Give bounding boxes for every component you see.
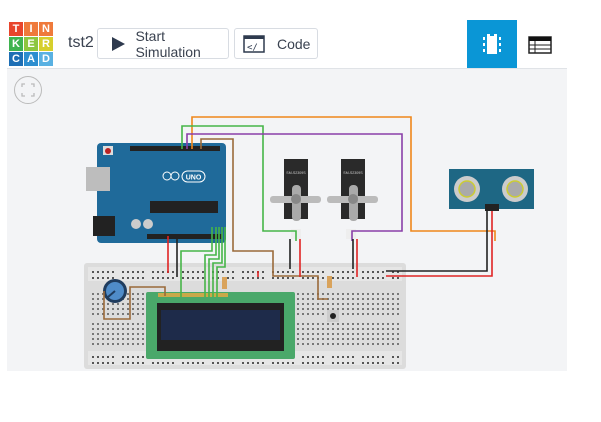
potentiometer[interactable] — [103, 279, 127, 303]
ultrasonic-sensor[interactable] — [449, 169, 534, 211]
fit-view-button[interactable] — [14, 76, 42, 104]
board-badge: UNO — [186, 175, 202, 182]
logo-letter: N — [39, 22, 53, 36]
start-simulation-button[interactable]: Start Simulation — [97, 27, 229, 60]
servo-label: SM-S2309S — [286, 171, 306, 175]
tinkercad-logo[interactable]: TIN KER CAD — [9, 22, 53, 66]
lcd-display[interactable] — [146, 292, 295, 359]
logo-letter: K — [9, 37, 23, 51]
fit-to-view-icon — [21, 83, 35, 97]
component-list-view-button[interactable] — [525, 30, 555, 60]
logo-letter: R — [39, 37, 53, 51]
pushbutton[interactable] — [327, 310, 339, 322]
resistor[interactable] — [327, 276, 332, 288]
circuit-canvas[interactable]: UNO SM-S2309S SM-S2309S — [7, 68, 567, 371]
logo-letter: C — [9, 52, 23, 66]
servo[interactable]: SM-S2309S — [327, 159, 378, 239]
chip-icon — [483, 34, 501, 54]
servo[interactable]: SM-S2309S — [270, 159, 321, 239]
logo-letter: D — [39, 52, 53, 66]
project-title[interactable]: tst2 — [68, 34, 94, 52]
play-icon — [112, 36, 125, 51]
svg-text:</: </ — [247, 43, 258, 53]
circuit-drawing[interactable]: UNO SM-S2309S SM-S2309S — [7, 69, 567, 371]
logo-letter: E — [24, 37, 38, 51]
code-button[interactable]: </ Code — [234, 28, 318, 59]
servo-label: SM-S2309S — [343, 171, 363, 175]
arduino-uno[interactable]: UNO — [86, 143, 226, 243]
code-editor-icon: </ — [243, 34, 265, 53]
resistor[interactable] — [222, 277, 227, 289]
table-icon — [528, 36, 552, 54]
logo-letter: T — [9, 22, 23, 36]
start-simulation-label: Start Simulation — [135, 27, 201, 60]
components-view-button[interactable] — [467, 20, 517, 68]
logo-letter: I — [24, 22, 38, 36]
logo-letter: A — [24, 52, 38, 66]
code-label: Code — [277, 35, 311, 52]
